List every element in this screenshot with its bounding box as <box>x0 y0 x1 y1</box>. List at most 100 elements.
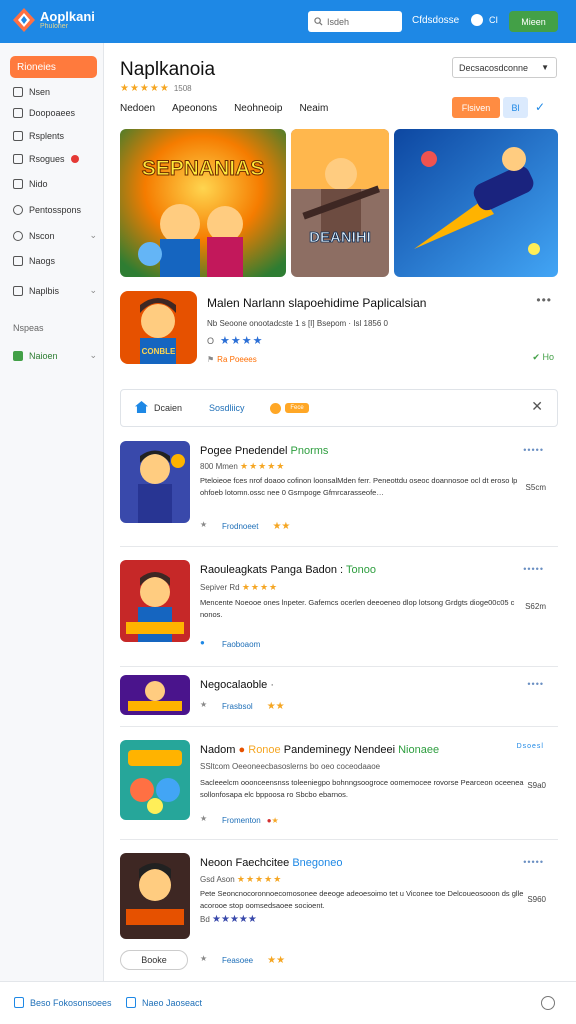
list-item-extra: Bd ★★★★★ <box>200 914 257 925</box>
filter-bar: Dcaien Sosdliicy Fece ✕ <box>120 389 558 427</box>
list-item[interactable]: Neoon Faechcitee Bnegoneo Gsd Ason ★★★★★… <box>120 853 558 943</box>
footer-pill-button[interactable]: Booke <box>120 950 188 970</box>
rating-stars: ★★★★★ <box>236 874 283 884</box>
tab[interactable]: Apeonons <box>172 103 217 114</box>
price: S960 <box>527 895 546 904</box>
banner-card[interactable] <box>394 129 558 277</box>
featured-meta: Nb Seoone onootadcste 1 s [I] Bsepom · I… <box>207 319 388 328</box>
badge-dot <box>70 155 79 163</box>
sidebar-item[interactable]: Nsen <box>13 87 97 97</box>
list-item[interactable]: Nadom ● Ronoe Pandeminegy Nendeei Nionae… <box>120 740 558 840</box>
sidebar-item[interactable]: Naogs <box>13 256 97 266</box>
book-icon <box>13 256 23 266</box>
sidebar-item[interactable]: Doopoaees <box>13 108 97 118</box>
list-item-sub: 800 Mmen ★★★★★ <box>200 461 286 471</box>
rating-stars: ★★ <box>266 700 285 712</box>
list-item[interactable]: Pogee Pnedendel Pnorms 800 Mmen ★★★★★ Pt… <box>120 441 558 547</box>
search-input[interactable]: Isdeh <box>308 11 402 32</box>
settings-icon <box>13 230 23 241</box>
list-item-sub: Sepiver Rd ★★★★ <box>200 582 279 592</box>
price: S62m <box>525 602 546 611</box>
app-logo[interactable]: Aoplkani Phuloner <box>12 7 95 33</box>
logo-icon <box>12 7 36 33</box>
video-icon <box>13 179 23 189</box>
rating-stars: ★★★★★ <box>212 914 257 925</box>
sidebar-item-active[interactable]: Rioneies <box>10 56 97 78</box>
bottom-link[interactable]: Beso Fokosonsoees <box>14 997 112 1008</box>
more-options-icon[interactable]: ••••• <box>523 564 544 574</box>
featured-badge: ✔ Ho <box>532 352 554 362</box>
more-options-icon[interactable]: ••• <box>536 293 552 307</box>
flag-icon: ⚑ <box>207 355 215 364</box>
list-item-sub: SSltcom Oeeoneecbasoslerns bo oeo coceod… <box>200 762 381 771</box>
list-item[interactable]: Raouleagkats Panga Badon : Tonoo Sepiver… <box>120 560 558 667</box>
sidebar-item[interactable]: Nscon ⌄ <box>13 230 97 241</box>
list-item-title: Raouleagkats Panga Badon : Tonoo <box>200 564 376 576</box>
search-icon <box>314 17 323 26</box>
featured-link[interactable]: ⚑ Ra Poeees <box>207 355 257 364</box>
list-item-title: Neoon Faechcitee Bnegoneo <box>200 857 343 869</box>
more-options-link[interactable]: Dsoesl <box>517 743 544 750</box>
list-item-desc: Mencente Noeooe ones lnpeter. Gafemcs oc… <box>200 598 515 619</box>
banner-card[interactable]: SEPNANIAS <box>120 129 286 277</box>
top-icon-label[interactable]: CI <box>489 15 498 25</box>
star-icon: ★ <box>200 700 208 709</box>
list-item[interactable]: Negocalaoble · •••• ★ Frasbsol ★★ <box>120 675 558 727</box>
list-item-sub: Gsd Ason ★★★★★ <box>200 874 283 884</box>
filter-label[interactable]: Dcaien <box>154 403 182 413</box>
primary-button[interactable]: Flsiven <box>452 97 500 118</box>
banner-title: SEPNANIAS <box>141 157 265 181</box>
folder-icon <box>126 997 136 1008</box>
bottom-link[interactable]: Naeo Jaoseact <box>126 997 202 1008</box>
sidebar-item[interactable]: Pentosspons <box>13 205 97 215</box>
filter-label[interactable]: Sosdliicy <box>209 403 245 413</box>
grid-view-button[interactable]: Bl <box>503 97 528 118</box>
rating-stars: ★★★★★ <box>240 461 286 471</box>
coin-icon <box>270 403 281 414</box>
notification-icon[interactable] <box>471 14 483 26</box>
featured-rating: O ★★★★ <box>207 335 264 347</box>
tab[interactable]: Nedoen <box>120 103 155 114</box>
chevron-down-icon: ⌄ <box>89 285 97 295</box>
app-icon <box>120 560 190 642</box>
sidebar-item[interactable]: Rsogues <box>13 154 97 164</box>
more-options-icon[interactable]: ••••• <box>523 857 544 867</box>
search-placeholder: Isdeh <box>327 16 350 27</box>
check-icon[interactable]: ✓ <box>535 100 545 114</box>
sidebar-item[interactable]: Naplbis ⌄ <box>13 285 97 296</box>
more-options-icon[interactable]: ••••• <box>523 445 544 455</box>
sidebar-item[interactable]: Naioen ⌄ <box>13 350 97 361</box>
featured-title: Malen Narlann slapoehidime Paplicalsian <box>207 296 427 310</box>
tab-bar: Nedoen Apeonons Neohneoip Neaim <box>120 103 345 114</box>
list-item-desc: Pete Seoncnocoronnoecomosonee deeoge ade… <box>200 889 524 910</box>
list-item-desc: Sacleeelcm ooonceensnss toleeniegpo bohn… <box>200 778 524 799</box>
check-circle-icon: ✔ <box>532 352 540 362</box>
top-action-button[interactable]: Mieen <box>509 11 558 32</box>
banner-card[interactable]: DEANIHI <box>291 129 389 277</box>
featured-app[interactable]: CONBLE Malen Narlann slapoehidime Paplic… <box>120 291 558 371</box>
tab[interactable]: Neaim <box>299 103 328 114</box>
list-item-desc: Pteloieoe fces nrof doaoo cofinon loonsa… <box>200 476 518 497</box>
document-icon <box>13 131 23 141</box>
rating-stars: ★★★★★ <box>120 83 170 94</box>
price: S9a0 <box>527 781 546 790</box>
app-icon <box>120 441 190 523</box>
filter-pill[interactable]: Fece <box>285 403 309 413</box>
list-item-title: Nadom ● Ronoe Pandeminegy Nendeei Nionae… <box>200 744 440 756</box>
sidebar-item[interactable]: Nido <box>13 179 97 189</box>
list-item-title: Negocalaoble · <box>200 679 275 691</box>
more-options-icon[interactable]: •••• <box>527 679 544 689</box>
chart-icon <box>13 154 23 164</box>
close-icon[interactable]: ✕ <box>531 398 543 415</box>
tab[interactable]: Neohneoip <box>234 103 282 114</box>
apps-icon <box>13 108 23 118</box>
app-icon <box>120 740 190 820</box>
top-link[interactable]: Cfdsdosse <box>412 15 459 26</box>
chevron-down-icon: ⌄ <box>89 350 97 360</box>
list-item-footer: ★ Fromenton ● ★ <box>200 814 279 825</box>
help-icon[interactable] <box>541 996 555 1010</box>
bottom-bar: Beso Fokosonsoees Naeo Jaoseact <box>0 981 576 1024</box>
sidebar-section-label: Nspeas <box>13 323 44 333</box>
sidebar-item[interactable]: Rsplents <box>13 131 97 141</box>
sort-dropdown[interactable]: Decsacosdconne ▼ <box>452 57 557 78</box>
